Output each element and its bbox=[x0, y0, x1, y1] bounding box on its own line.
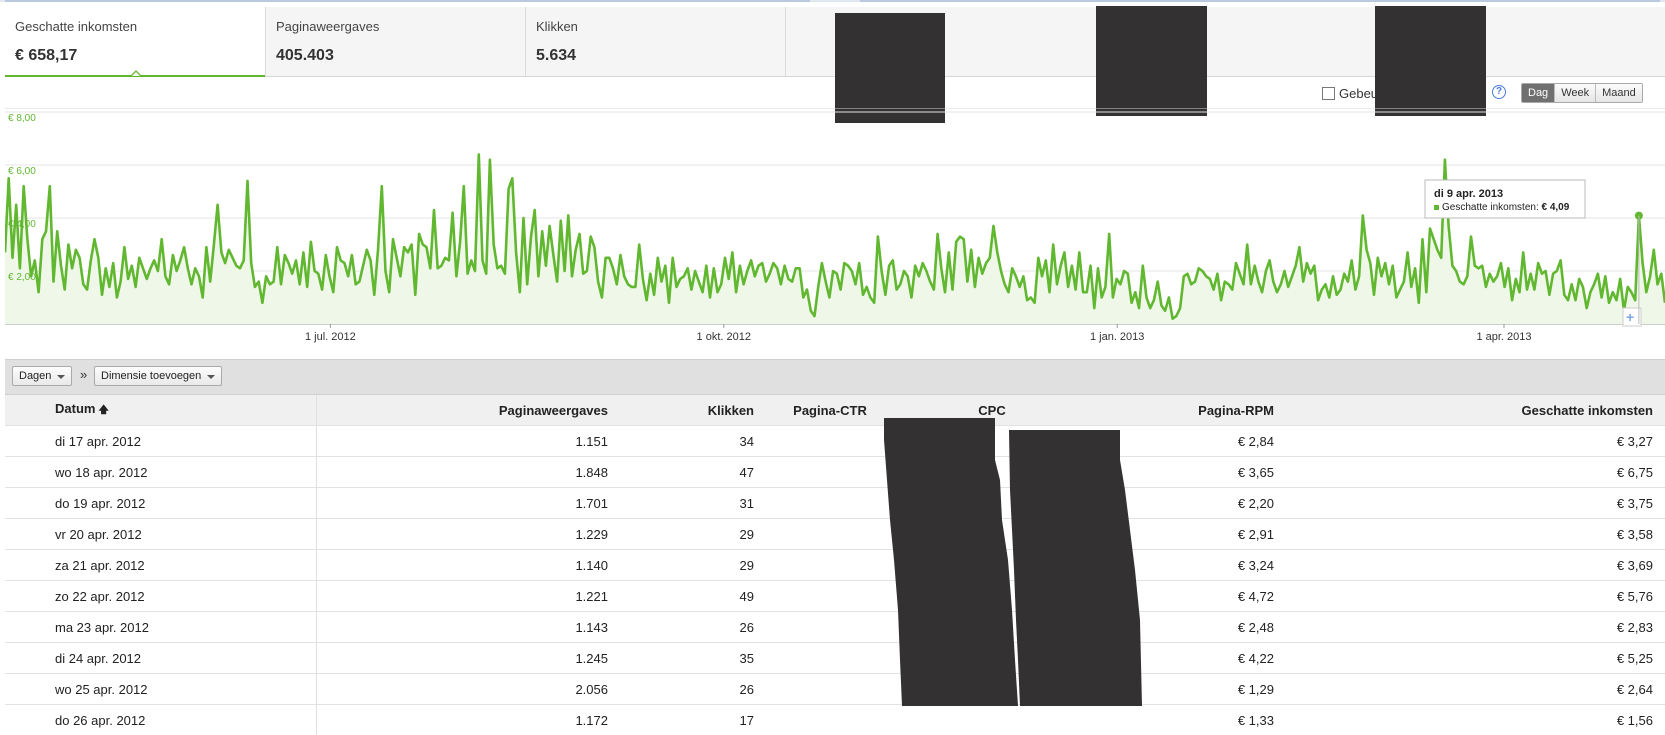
cell-income: € 1,56 bbox=[1279, 705, 1665, 735]
table-redaction bbox=[0, 0, 1665, 706]
cell-clicks: 17 bbox=[613, 705, 759, 735]
cell-pageviews: 1.172 bbox=[317, 705, 614, 735]
cell-date: do 26 apr. 2012 bbox=[5, 705, 317, 735]
table-row: do 26 apr. 20121.17217 € 1,33€ 1,56 bbox=[5, 705, 1665, 735]
cell-ctr bbox=[759, 705, 901, 735]
cell-cpc bbox=[901, 705, 1083, 735]
cell-rpm: € 1,33 bbox=[1083, 705, 1279, 735]
